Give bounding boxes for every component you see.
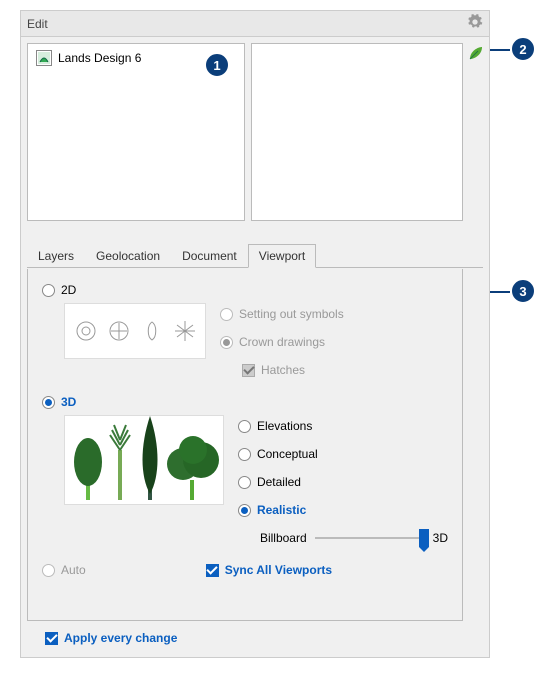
label-crown: Crown drawings xyxy=(239,335,325,349)
panel-root: Edit Lands Design 6 Layers Geolocation D… xyxy=(20,10,490,658)
radio-elevations[interactable] xyxy=(238,420,251,433)
label-setting-out: Setting out symbols xyxy=(239,307,344,321)
tab-geolocation[interactable]: Geolocation xyxy=(85,244,171,268)
label-apply-every-change: Apply every change xyxy=(64,631,177,645)
check-apply-every-change[interactable] xyxy=(45,632,58,645)
sync-all-row[interactable]: Sync All Viewports xyxy=(206,563,332,577)
callout-1: 1 xyxy=(204,52,230,78)
radio-3d-label: 3D xyxy=(61,395,76,409)
opt-realistic[interactable]: Realistic xyxy=(238,503,448,517)
radio-crown xyxy=(220,336,233,349)
tree-item-label: Lands Design 6 xyxy=(58,51,141,65)
radio-conceptual[interactable] xyxy=(238,448,251,461)
mode-2d-row[interactable]: 2D xyxy=(42,283,448,297)
check-hatches xyxy=(242,364,255,377)
radio-2d[interactable] xyxy=(42,284,55,297)
realistic-slider[interactable] xyxy=(315,537,425,539)
tab-viewport[interactable]: Viewport xyxy=(248,244,316,268)
leaf-icon[interactable] xyxy=(468,45,484,61)
label-realistic: Realistic xyxy=(257,503,306,517)
opt-crown: Crown drawings xyxy=(220,335,344,349)
label-elevations: Elevations xyxy=(257,419,312,433)
opt-setting-out: Setting out symbols xyxy=(220,307,344,321)
apply-every-change-row[interactable]: Apply every change xyxy=(45,631,177,645)
label-sync-all: Sync All Viewports xyxy=(225,563,332,577)
lands-item-icon xyxy=(36,50,52,66)
realistic-slider-row: Billboard 3D xyxy=(260,531,448,545)
gear-icon[interactable] xyxy=(467,14,483,33)
label-billboard: Billboard xyxy=(260,531,307,545)
side-icon-strip xyxy=(467,43,485,221)
label-conceptual: Conceptual xyxy=(257,447,318,461)
radio-3d[interactable] xyxy=(42,396,55,409)
thumb-3d-preview xyxy=(64,415,224,505)
opt-conceptual[interactable]: Conceptual xyxy=(238,447,448,461)
opt-hatches: Hatches xyxy=(242,363,344,377)
radio-detailed[interactable] xyxy=(238,476,251,489)
header-bar: Edit xyxy=(21,11,489,37)
viewport-tab-body: 2D Setting out symbols Crown drawings xyxy=(27,269,463,621)
opt-detailed[interactable]: Detailed xyxy=(238,475,448,489)
tab-document[interactable]: Document xyxy=(171,244,248,268)
menu-edit[interactable]: Edit xyxy=(27,17,48,31)
opt-elevations[interactable]: Elevations xyxy=(238,419,448,433)
label-auto: Auto xyxy=(61,563,86,577)
label-detailed: Detailed xyxy=(257,475,301,489)
mode-3d-row[interactable]: 3D xyxy=(42,395,448,409)
preview-pane xyxy=(251,43,463,221)
mode-auto-row: Auto xyxy=(42,563,86,577)
callout-2: 2 xyxy=(510,36,536,62)
tab-strip: Layers Geolocation Document Viewport xyxy=(27,243,483,268)
radio-realistic[interactable] xyxy=(238,504,251,517)
callout-3: 3 xyxy=(510,278,536,304)
thumb-2d-preview xyxy=(64,303,206,359)
radio-setting-out xyxy=(220,308,233,321)
label-hatches: Hatches xyxy=(261,363,305,377)
label-slider-3d: 3D xyxy=(433,531,448,545)
check-sync-all[interactable] xyxy=(206,564,219,577)
radio-auto xyxy=(42,564,55,577)
radio-2d-label: 2D xyxy=(61,283,76,297)
slider-thumb[interactable] xyxy=(419,529,429,547)
tab-layers[interactable]: Layers xyxy=(27,244,85,268)
